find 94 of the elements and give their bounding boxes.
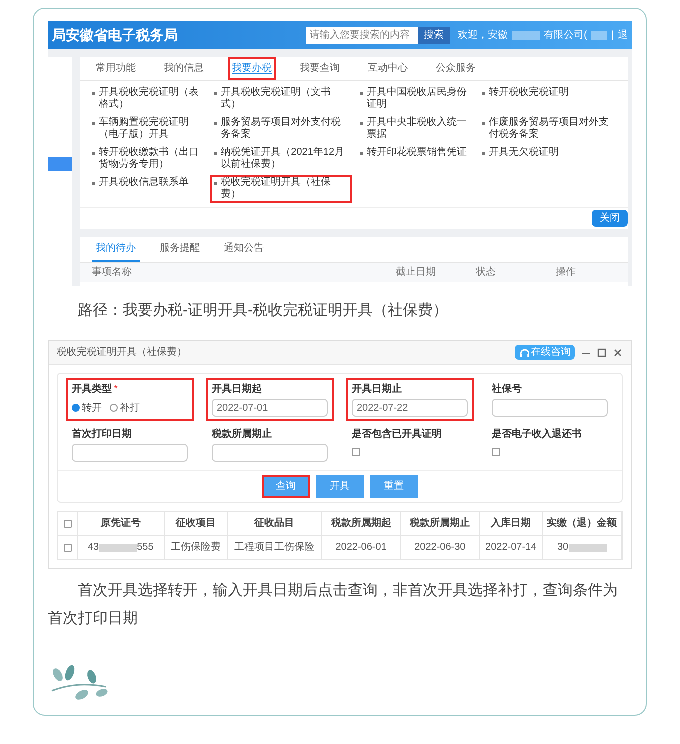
menu-link[interactable]: 开具中央非税收入统一票据 bbox=[356, 115, 474, 143]
bullet-icon bbox=[214, 182, 218, 185]
menu-link[interactable]: 开具税收完税证明（文书式） bbox=[210, 85, 352, 113]
bullet-icon bbox=[92, 152, 95, 155]
menu-link[interactable]: 转开税收缴款书（出口货物劳务专用） bbox=[88, 145, 206, 173]
menu-link[interactable]: 车辆购置税完税证明（电子版）开具 bbox=[88, 115, 206, 143]
nav-tab[interactable]: 我要办税 bbox=[228, 57, 276, 80]
table-cell: 工程项目工伤保险 bbox=[228, 536, 322, 559]
close-icon bbox=[613, 348, 623, 358]
menu-link[interactable]: 开具无欠税证明 bbox=[478, 145, 620, 173]
field-label: 开具类型 bbox=[72, 382, 112, 397]
menu-link[interactable]: 开具税收信息联系单 bbox=[88, 175, 206, 203]
headset-icon bbox=[519, 348, 529, 358]
bullet-icon bbox=[360, 92, 363, 95]
table-cell: 2022-06-01 bbox=[322, 536, 402, 559]
bullet-icon bbox=[214, 122, 218, 125]
bullet-icon bbox=[360, 122, 363, 125]
input-field[interactable] bbox=[212, 444, 328, 462]
menu-link[interactable]: 开具中国税收居民身份证明 bbox=[356, 85, 474, 113]
welcome-text: 欢迎，安徽 bbox=[458, 28, 508, 42]
input-field[interactable]: 2022-07-22 bbox=[352, 399, 468, 417]
dialog-title: 税收完税证明开具（社保费） bbox=[57, 346, 188, 360]
menu-link[interactable]: 作废服务贸易等项目对外支付税务备案 bbox=[478, 115, 620, 143]
column-header: 截止日期 bbox=[396, 266, 437, 280]
site-title: 局安徽省电子税务局 bbox=[52, 26, 178, 44]
search-button[interactable]: 搜索 bbox=[418, 26, 450, 44]
nav-tab[interactable]: 公众服务 bbox=[432, 57, 480, 80]
column-header: 征收品目 bbox=[228, 512, 322, 535]
checkbox[interactable] bbox=[64, 544, 72, 552]
column-header: 征收项目 bbox=[164, 512, 228, 535]
table-cell-text: 43 bbox=[88, 541, 100, 555]
field-label: 是否电子收入退还书 bbox=[492, 428, 582, 442]
radio-button[interactable] bbox=[110, 404, 118, 412]
radio-option[interactable]: 转开 bbox=[72, 400, 102, 416]
bullet-icon bbox=[92, 92, 95, 95]
checkbox[interactable] bbox=[352, 448, 360, 456]
caption-text: 首次开具选择转开，输入开具日期后点击查询，非首次开具选择补打，查询条件为首次打印日期 bbox=[48, 581, 619, 629]
bullet-icon bbox=[360, 152, 363, 155]
required-mark: * bbox=[114, 383, 118, 397]
redacted-block bbox=[568, 544, 607, 552]
input-field[interactable] bbox=[72, 444, 188, 462]
input-field[interactable] bbox=[492, 399, 608, 417]
bullet-icon bbox=[482, 92, 486, 95]
field-label: 社保号 bbox=[492, 382, 522, 397]
table-cell: 工伤保险费 bbox=[164, 536, 228, 559]
field-label: 开具日期止 bbox=[352, 382, 402, 397]
bullet-icon bbox=[214, 152, 218, 155]
nav-tab[interactable]: 我的信息 bbox=[160, 57, 208, 80]
column-header: 实缴（退）金额 bbox=[543, 512, 622, 535]
radio-option[interactable]: 补打 bbox=[110, 400, 140, 416]
bullet-icon bbox=[214, 92, 218, 95]
input-field[interactable]: 2022-07-01 bbox=[212, 399, 328, 417]
nav-tab[interactable]: 我要查询 bbox=[296, 57, 344, 80]
field-label: 首次打印日期 bbox=[72, 428, 132, 442]
menu-link[interactable]: 税收完税证明开具（社保费） bbox=[210, 175, 352, 203]
field-label: 是否包含已开具证明 bbox=[352, 428, 442, 442]
close-button[interactable]: 关闭 bbox=[592, 210, 628, 227]
menu-link[interactable]: 转开税收完税证明 bbox=[478, 85, 620, 113]
column-header: 入库日期 bbox=[480, 512, 544, 535]
table-cell-text: 555 bbox=[137, 541, 154, 555]
company-name: 有限公司( bbox=[544, 28, 588, 42]
tab[interactable]: 通知公告 bbox=[220, 237, 268, 262]
nav-tab[interactable]: 互动中心 bbox=[364, 57, 412, 80]
column-header: 税款所属期起 bbox=[322, 512, 402, 535]
table-cell: 2022-07-14 bbox=[480, 536, 544, 559]
redacted-block bbox=[512, 30, 540, 40]
column-header: 税款所属期止 bbox=[401, 512, 480, 535]
field-label: 开具日期起 bbox=[212, 382, 262, 397]
column-header: 事项名称 bbox=[92, 266, 133, 280]
menu-link[interactable]: 转开印花税票销售凭证 bbox=[356, 145, 474, 173]
checkbox[interactable] bbox=[492, 448, 500, 456]
column-header: 原凭证号 bbox=[78, 512, 165, 535]
column-header: 状态 bbox=[476, 266, 497, 280]
redacted-block bbox=[591, 30, 608, 40]
column-header: 操作 bbox=[556, 266, 577, 280]
table-cell: 2022-06-30 bbox=[401, 536, 480, 559]
maximize-icon bbox=[597, 348, 607, 358]
table-cell-text: 30 bbox=[558, 541, 569, 555]
menu-link[interactable]: 服务贸易等项目对外支付税务备案 bbox=[210, 115, 352, 143]
separator-text: | bbox=[611, 28, 614, 42]
bullet-icon bbox=[482, 152, 486, 155]
bullet-icon bbox=[92, 122, 95, 125]
menu-link[interactable]: 纳税凭证开具（2021年12月以前社保费） bbox=[210, 145, 352, 173]
caption-text: 路径：我要办税-证明开具-税收完税证明开具（社保费） bbox=[77, 301, 449, 321]
redacted-block bbox=[99, 544, 138, 552]
menu-link[interactable]: 开具税收完税证明（表格式） bbox=[88, 85, 206, 113]
radio-button[interactable] bbox=[72, 404, 80, 412]
search-field[interactable]: 请输入您要搜索的内容 bbox=[306, 26, 418, 44]
bullet-icon bbox=[92, 182, 95, 185]
field-label: 税款所属期止 bbox=[212, 428, 272, 442]
tab[interactable]: 服务提醒 bbox=[156, 237, 204, 262]
checkbox[interactable] bbox=[64, 520, 72, 528]
nav-tab[interactable]: 常用功能 bbox=[92, 57, 140, 80]
bullet-icon bbox=[482, 122, 486, 125]
